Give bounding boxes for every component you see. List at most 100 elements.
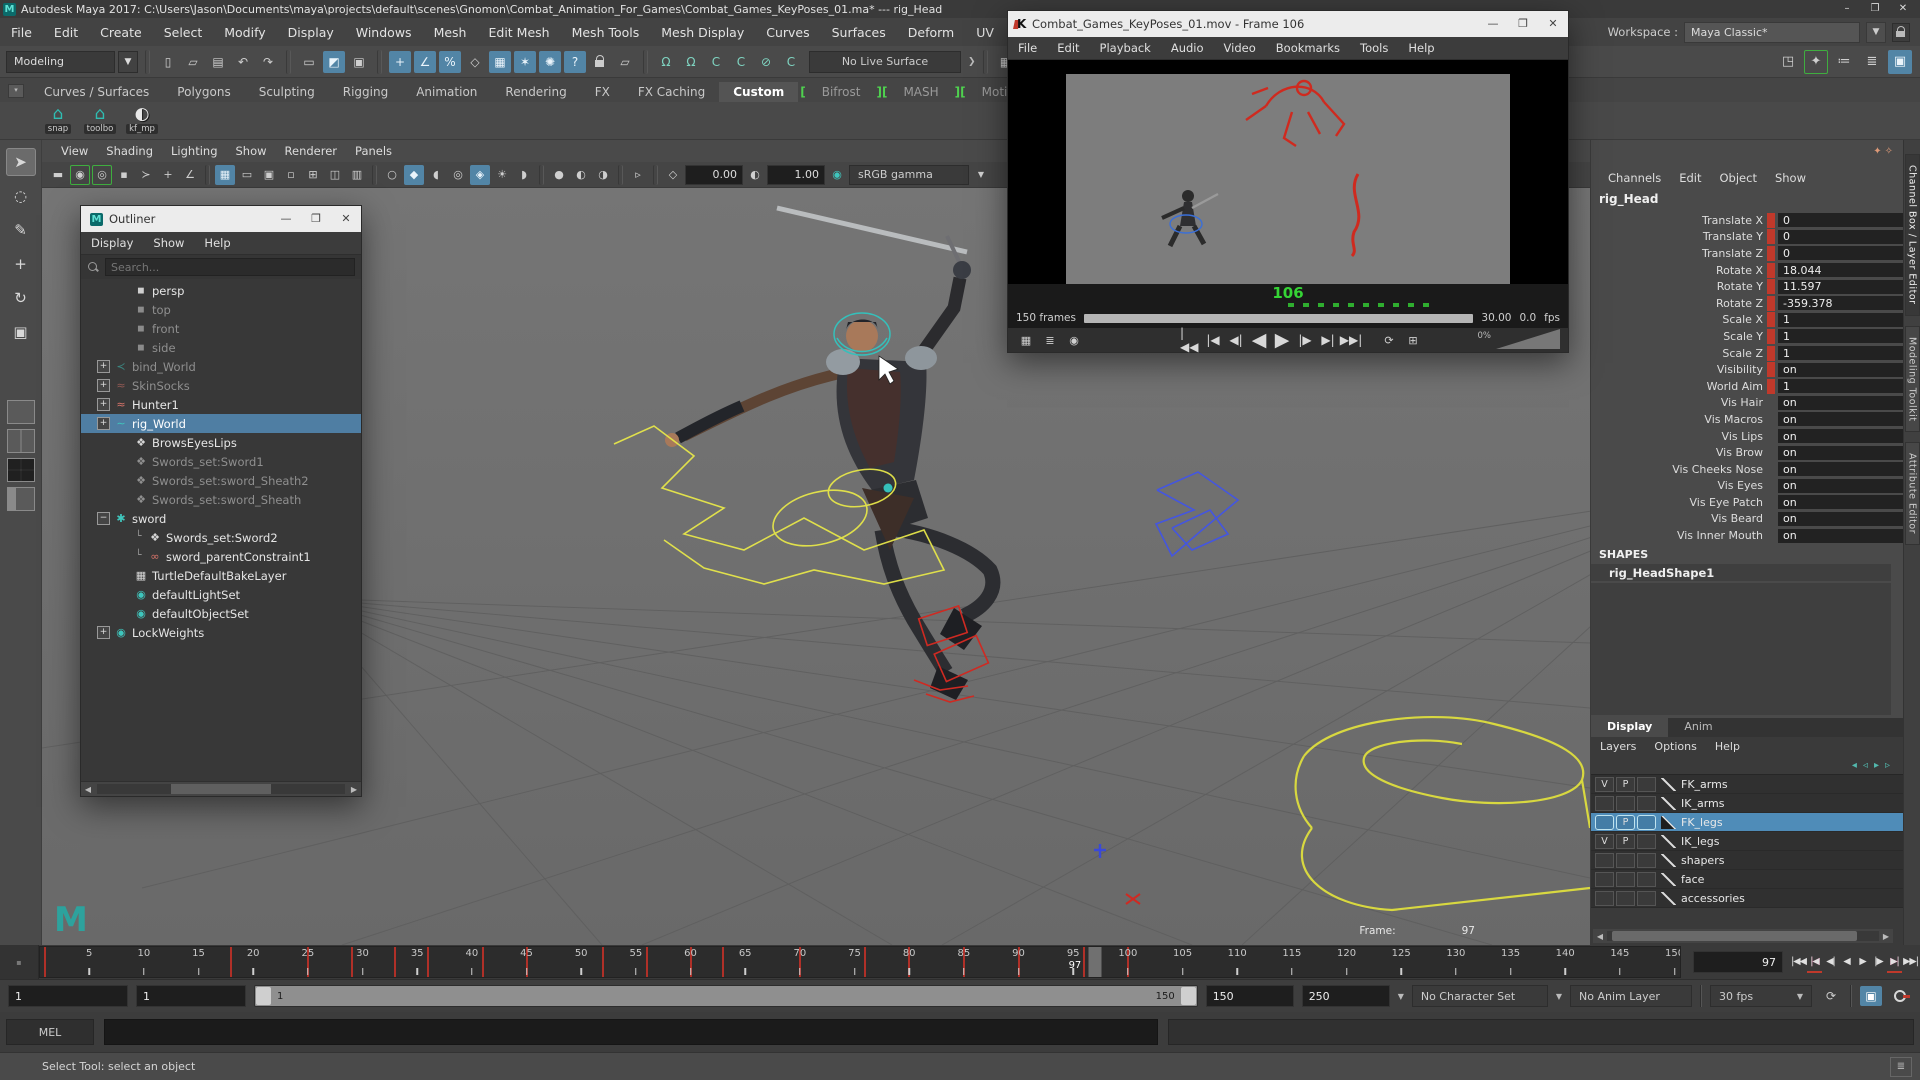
panel-menu-item[interactable]: Renderer [276, 144, 347, 158]
shelf-item-button[interactable]: ⌂ snap [40, 104, 76, 134]
panel-toolbar-icon[interactable]: ▬ [48, 165, 68, 185]
volume-slider[interactable] [1496, 329, 1560, 349]
playback-button[interactable]: ▶| [1887, 951, 1902, 973]
channel-value-field[interactable]: on [1778, 429, 1904, 443]
anim-snap-toggle-icon[interactable]: ▣ [1860, 986, 1882, 1006]
status-icon[interactable]: ▱ [182, 51, 204, 73]
menu-item[interactable]: Edit Mesh [477, 25, 560, 40]
outliner-close-button[interactable]: ✕ [331, 207, 361, 231]
layer-editor-icon[interactable]: ▹ [1885, 760, 1890, 771]
tool-button[interactable]: ▣ [6, 318, 36, 346]
outliner-item[interactable]: ❖ Swords_set:sword_Sheath2 [81, 471, 361, 490]
tool-button[interactable]: ◌ [6, 182, 36, 210]
channel-value-field[interactable]: -359.378 [1778, 296, 1904, 310]
channel-name[interactable]: World Aim [1591, 380, 1767, 393]
node-name[interactable]: top [152, 303, 171, 317]
channel-value-field[interactable]: on [1778, 495, 1904, 509]
panel-toolbar-icon[interactable]: ▥ [347, 165, 367, 185]
channel-box-menu-item[interactable]: Edit [1670, 171, 1710, 185]
layer-mode-toggle[interactable] [1637, 872, 1656, 887]
channel-value-field[interactable]: on [1778, 412, 1904, 426]
command-input[interactable] [104, 1019, 1158, 1045]
channel-value-field[interactable]: 1 [1778, 379, 1904, 393]
playback-button[interactable]: ◀ [1839, 951, 1854, 971]
channel-value-field[interactable]: on [1778, 479, 1904, 493]
player-menu-item[interactable]: Playback [1090, 41, 1161, 55]
panel-toolbar-icon[interactable]: ▣ [259, 165, 279, 185]
panel-menu-item[interactable]: Shading [97, 144, 162, 158]
outliner-item[interactable]: └ ∞ sword_parentConstraint1 [81, 547, 361, 566]
panel-toolbar-icon[interactable]: ▪ [114, 165, 134, 185]
search-input[interactable] [105, 258, 355, 276]
range-options-caret-icon[interactable]: ▼ [1398, 992, 1404, 1001]
outliner-menu-item[interactable]: Show [143, 236, 194, 250]
panel-toolbar-icon[interactable]: ◈ [470, 165, 490, 185]
channel-box-options-icons[interactable]: ✦✧ [1873, 146, 1896, 157]
node-name[interactable]: Swords_set:sword_Sheath2 [152, 474, 309, 488]
node-name[interactable]: Swords_set:sword_Sheath [152, 493, 301, 507]
channel-value-field[interactable]: 0 [1778, 213, 1904, 227]
status-icon[interactable] [286, 50, 291, 74]
status-icon[interactable]: ▯ [157, 51, 179, 73]
status-icon[interactable]: C [705, 51, 727, 73]
layer-playback-toggle[interactable] [1616, 796, 1635, 811]
panel-toolbar-icon[interactable]: ◖ [426, 165, 446, 185]
layer-name[interactable]: face [1681, 873, 1704, 886]
player-loop-icon[interactable]: ⟳ [1379, 331, 1399, 349]
dock-side-tab[interactable]: Modeling Toolkit [1905, 326, 1920, 433]
channel-name[interactable]: Vis Hair [1591, 396, 1767, 409]
sidebar-toggle-icon[interactable]: ▣ [1888, 50, 1912, 74]
menu-item[interactable]: Windows [345, 25, 423, 40]
menu-item[interactable]: Display [277, 25, 345, 40]
current-time-marker[interactable]: 97 [1089, 947, 1102, 977]
tool-button[interactable]: ✎ [6, 216, 36, 244]
channel-name[interactable]: Vis Cheeks Nose [1591, 463, 1767, 476]
menu-item[interactable]: Mesh Tools [561, 25, 651, 40]
channel-name[interactable]: Vis Beard [1591, 512, 1767, 525]
layer-row[interactable]: shapers [1591, 851, 1904, 870]
node-name[interactable]: Swords_set:Sword1 [152, 455, 264, 469]
workspace-lock-icon[interactable] [1892, 23, 1910, 42]
layer-playback-toggle[interactable]: P [1616, 777, 1635, 792]
layer-visibility-toggle[interactable] [1595, 872, 1614, 887]
layer-name[interactable]: IK_arms [1681, 797, 1724, 810]
layout-two-pane-button[interactable] [7, 429, 35, 453]
panel-toolbar-icon[interactable] [539, 165, 544, 185]
dock-side-tab[interactable]: Attribute Editor [1905, 442, 1920, 545]
layer-playback-toggle[interactable]: P [1616, 834, 1635, 849]
workspace-caret-icon[interactable]: ▼ [1866, 22, 1886, 43]
shelf-tab[interactable]: Polygons [163, 82, 244, 102]
layer-name[interactable]: FK_legs [1681, 816, 1723, 829]
color-management-icon[interactable]: ◉ [827, 165, 847, 185]
playback-button[interactable]: |◀ [1807, 951, 1822, 973]
node-name[interactable]: Swords_set:Sword2 [166, 531, 278, 545]
status-icon[interactable]: ▤ [207, 51, 229, 73]
command-language-toggle[interactable]: MEL [6, 1019, 94, 1045]
channel-value-field[interactable]: 1 [1778, 329, 1904, 343]
channel-value-field[interactable]: 0 [1778, 230, 1904, 244]
shelf-menu-icon[interactable]: ▾ [8, 84, 24, 98]
menu-item[interactable]: Edit [43, 25, 89, 40]
menu-item[interactable]: Curves [755, 25, 820, 40]
panel-menu-item[interactable]: View [52, 144, 97, 158]
shelf-tab[interactable]: Rigging [329, 82, 402, 102]
node-name[interactable]: bind_World [132, 360, 196, 374]
layer-editor-tab[interactable]: Display [1591, 718, 1668, 737]
layer-editor-menu-item[interactable]: Help [1706, 740, 1749, 753]
sidebar-toggle-icon[interactable]: ✦ [1804, 50, 1828, 74]
menu-set-select[interactable]: Modeling [6, 51, 115, 73]
status-expand-icon[interactable]: ❯ [968, 57, 976, 67]
node-name[interactable]: SkinSocks [132, 379, 190, 393]
player-tool-icon[interactable]: ◉ [1064, 331, 1084, 349]
player-menu-item[interactable]: Help [1398, 41, 1444, 55]
player-tool-icon[interactable]: ▦ [1016, 331, 1036, 349]
outliner-item[interactable]: ◼ side [81, 338, 361, 357]
shelf-tab[interactable]: Animation [402, 82, 491, 102]
player-menu-item[interactable]: Audio [1161, 41, 1214, 55]
node-name[interactable]: side [152, 341, 176, 355]
status-icon[interactable]: ✺ [539, 51, 561, 73]
tool-button[interactable]: + [6, 250, 36, 278]
gamma-field[interactable]: 1.00 [767, 165, 825, 185]
layer-name[interactable]: IK_legs [1681, 835, 1720, 848]
layer-playback-toggle[interactable]: P [1616, 815, 1635, 830]
